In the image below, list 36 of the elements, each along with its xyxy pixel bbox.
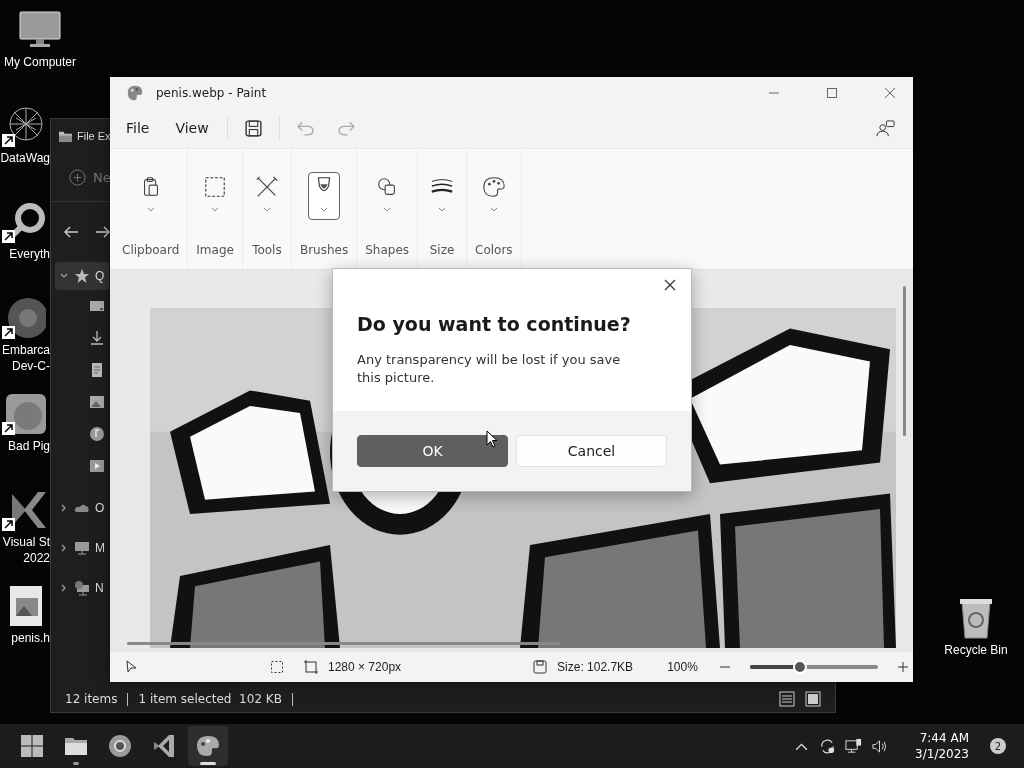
status-text: 12 items xyxy=(65,692,118,706)
group-label: Brushes xyxy=(299,243,349,257)
icon-label: 2022 xyxy=(23,550,50,566)
file-size-text: Size: 102.7KB xyxy=(557,660,634,674)
nav-item[interactable]: Q xyxy=(55,262,109,290)
menu-item[interactable]: View xyxy=(167,116,217,140)
cancel-button[interactable]: Cancel xyxy=(516,435,667,467)
group-label: Size xyxy=(429,243,455,257)
icon-label: Bad Pig xyxy=(7,438,50,454)
icon-label: My Computer xyxy=(4,54,76,70)
status-text: 1 item selected 102 KB xyxy=(138,692,282,706)
window-title: File Ex xyxy=(77,130,111,142)
icon-label: Everyth xyxy=(9,246,50,262)
ok-button[interactable]: OK xyxy=(357,435,508,467)
group-label: Image xyxy=(196,243,234,257)
nav-item[interactable]: M xyxy=(55,534,109,562)
icon-label: Dev-C- xyxy=(12,358,50,374)
clock[interactable]: 7:44 AM 3/1/2023 xyxy=(911,730,973,762)
nav-item[interactable]: N xyxy=(55,574,109,602)
group-label: Colors xyxy=(475,243,513,257)
group-label: Tools xyxy=(252,243,282,257)
notification-badge[interactable]: 2 xyxy=(990,738,1006,754)
nav-item[interactable]: O xyxy=(55,494,109,522)
icon-label: Visual St xyxy=(2,534,50,550)
icon-label: penis.h xyxy=(11,630,50,646)
group-label: Shapes xyxy=(365,243,409,257)
zoom-text: 100% xyxy=(667,660,698,674)
dialog-message: Any transparency will be lost if you save this picture. xyxy=(357,351,622,387)
dialog-title: Do you want to continue? xyxy=(357,313,632,335)
icon-label: Embarca xyxy=(1,342,50,358)
group-label: Clipboard xyxy=(122,243,180,257)
window-title: penis.webp - Paint xyxy=(156,85,267,100)
icon-label: Recycle Bin xyxy=(944,642,1008,658)
icon-label: DataWag xyxy=(0,150,50,166)
menu-item[interactable]: File xyxy=(118,116,158,140)
dimensions-text: 1280 × 720px xyxy=(328,660,402,674)
